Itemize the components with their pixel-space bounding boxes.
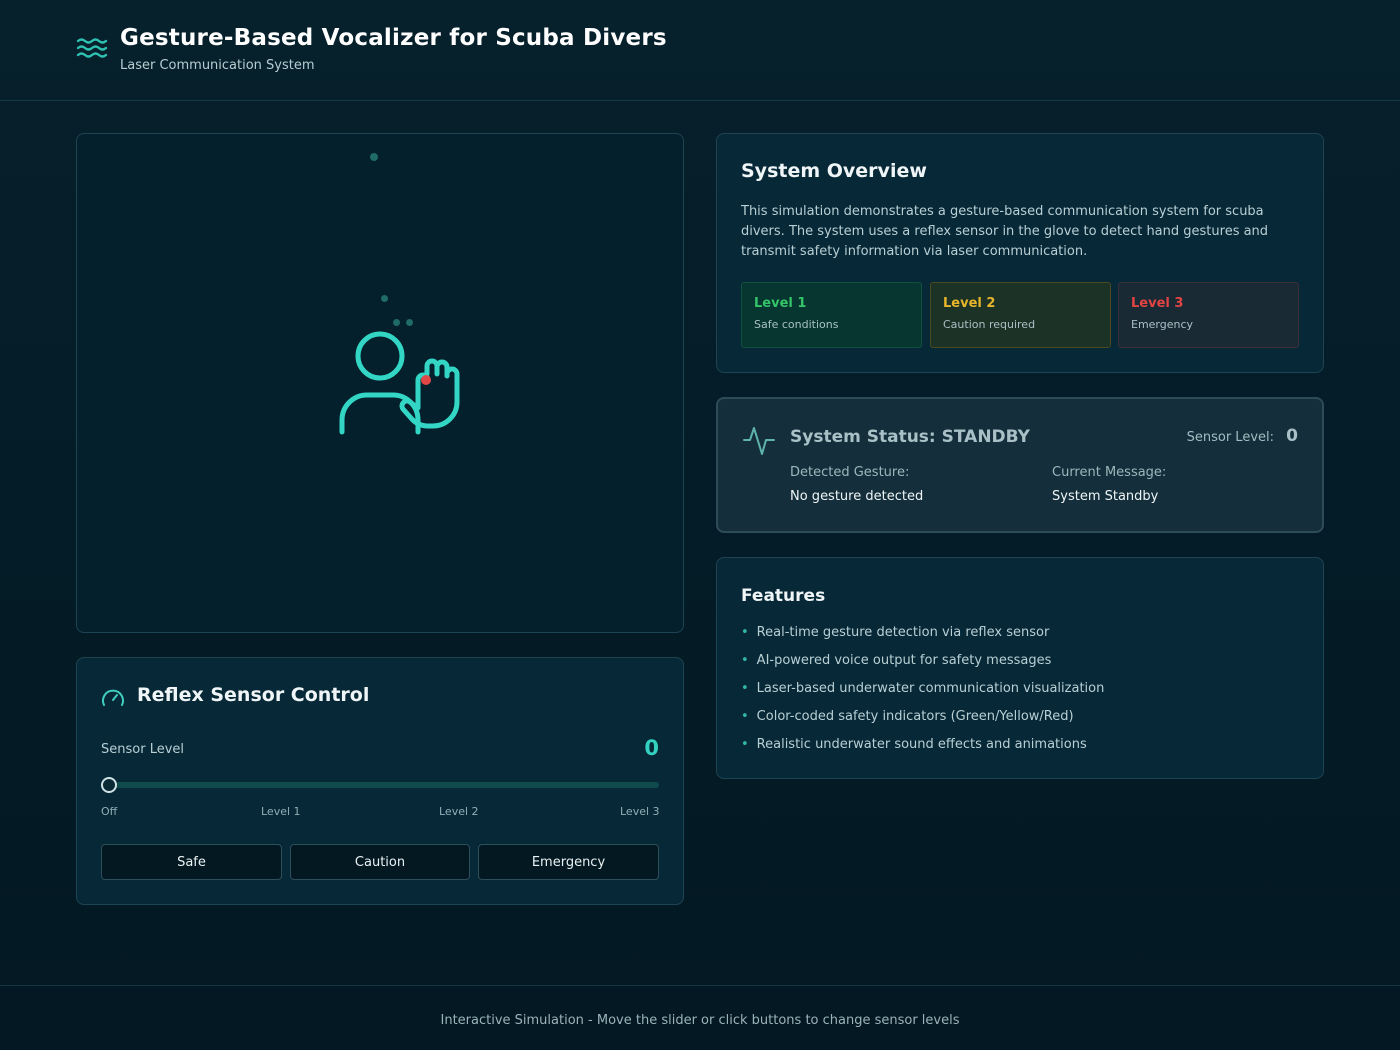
- overview-title: System Overview: [741, 160, 927, 182]
- level-card-3: Level 3 Emergency: [1118, 282, 1299, 348]
- level-description: Safe conditions: [754, 318, 839, 331]
- page-header: Gesture-Based Vocalizer for Scuba Divers…: [0, 0, 1400, 101]
- slider-tick-level-2: Level 2: [439, 805, 479, 818]
- system-status-panel: System Status: STANDBY Sensor Level: 0 D…: [716, 397, 1324, 533]
- bubble: [381, 295, 388, 302]
- list-item: • Realistic underwater sound effects and …: [741, 737, 1087, 752]
- sensor-slider-track[interactable]: [101, 782, 659, 788]
- features-list: • Real-time gesture detection via reflex …: [741, 622, 1104, 762]
- caution-button[interactable]: Caution: [290, 844, 470, 880]
- features-title: Features: [741, 586, 826, 606]
- footer-text: Interactive Simulation - Move the slider…: [440, 1013, 960, 1028]
- status-sensor-level-label: Sensor Level:: [1186, 430, 1274, 445]
- sensor-indicator-dot: [421, 375, 431, 385]
- sensor-level-value: 0: [644, 736, 659, 760]
- waves-icon: [76, 38, 108, 58]
- feature-text: Realistic underwater sound effects and a…: [756, 737, 1087, 752]
- level-card-1: Level 1 Safe conditions: [741, 282, 922, 348]
- slider-tick-level-1: Level 1: [261, 805, 301, 818]
- level-description: Emergency: [1131, 318, 1194, 331]
- sensor-level-label: Sensor Level: [101, 742, 185, 757]
- reflex-sensor-control-panel: Reflex Sensor Control Sensor Level 0 Off…: [76, 657, 684, 905]
- page-title: Gesture-Based Vocalizer for Scuba Divers: [120, 25, 667, 51]
- list-item: • Color-coded safety indicators (Green/Ye…: [741, 709, 1074, 724]
- detected-gesture-label: Detected Gesture:: [790, 465, 910, 480]
- current-message-value: System Standby: [1052, 489, 1159, 504]
- status-title: System Status: STANDBY: [790, 427, 1030, 447]
- feature-text: Laser-based underwater communication vis…: [756, 681, 1105, 696]
- feature-text: AI-powered voice output for safety messa…: [756, 653, 1052, 668]
- feature-text: Real-time gesture detection via reflex s…: [756, 625, 1050, 640]
- detected-gesture-value: No gesture detected: [790, 489, 924, 504]
- activity-pulse-icon: [743, 427, 775, 455]
- list-item: • Laser-based underwater communication vi…: [741, 681, 1105, 696]
- safe-button[interactable]: Safe: [101, 844, 282, 880]
- page-footer: Interactive Simulation - Move the slider…: [0, 985, 1400, 1050]
- gauge-icon: [102, 689, 124, 706]
- overview-description: This simulation demonstrates a gesture-b…: [741, 204, 1269, 259]
- list-item: • Real-time gesture detection via reflex …: [741, 625, 1050, 640]
- slider-tick-off: Off: [101, 805, 118, 818]
- level-name: Level 1: [754, 296, 807, 311]
- slider-tick-level-3: Level 3: [620, 805, 660, 818]
- system-overview-panel: System Overview This simulation demonstr…: [716, 133, 1324, 373]
- page-subtitle: Laser Communication System: [120, 58, 315, 73]
- bubble: [370, 153, 378, 161]
- feature-text: Color-coded safety indicators (Green/Yel…: [756, 709, 1074, 724]
- list-item: • AI-powered voice output for safety mess…: [741, 653, 1052, 668]
- app-root: Gesture-Based Vocalizer for Scuba Divers…: [0, 0, 1400, 1050]
- level-name: Level 3: [1131, 296, 1184, 311]
- diver-hand-gesture-icon: [339, 331, 460, 435]
- level-card-2: Level 2 Caution required: [930, 282, 1111, 348]
- control-title: Reflex Sensor Control: [137, 684, 370, 706]
- features-panel: Features • Real-time gesture detection vi…: [716, 557, 1324, 779]
- level-name: Level 2: [943, 296, 996, 311]
- status-sensor-level-value: 0: [1286, 426, 1298, 446]
- level-description: Caution required: [943, 318, 1036, 331]
- emergency-button[interactable]: Emergency: [478, 844, 659, 880]
- current-message-label: Current Message:: [1052, 465, 1167, 480]
- sensor-slider-thumb[interactable]: [101, 777, 117, 793]
